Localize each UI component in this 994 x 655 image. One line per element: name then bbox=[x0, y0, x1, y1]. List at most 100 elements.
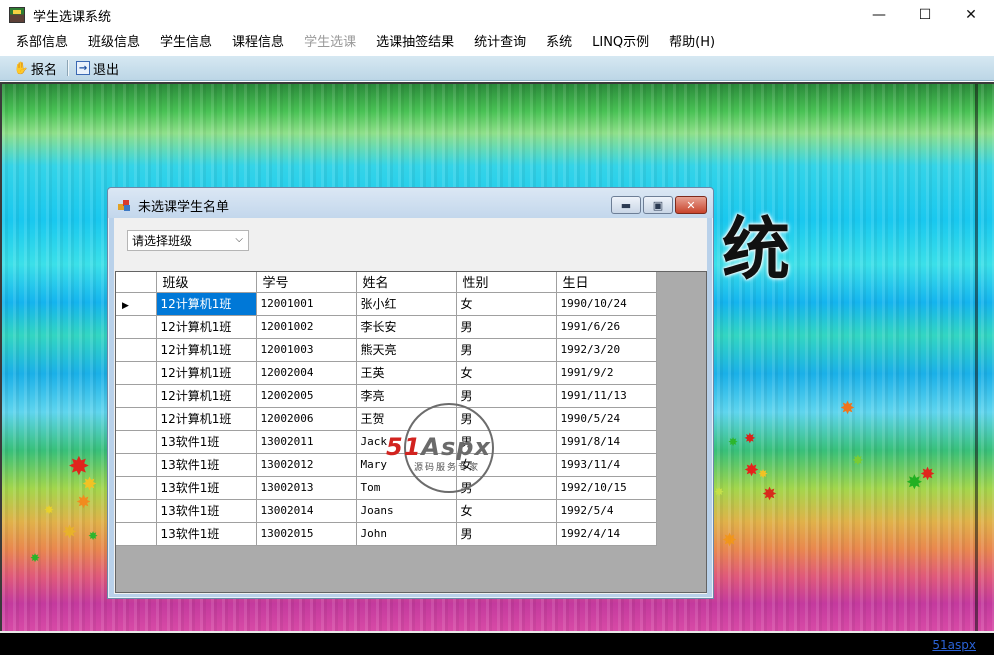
cell-birthday[interactable]: 1991/8/14 bbox=[556, 430, 657, 454]
table-row[interactable]: 12计算机1班 12002005 李亮 男 1991/11/13 bbox=[116, 384, 657, 408]
row-header[interactable] bbox=[116, 430, 157, 454]
row-header[interactable] bbox=[116, 499, 157, 523]
cell-name[interactable]: 熊天亮 bbox=[356, 338, 457, 362]
row-header[interactable] bbox=[116, 384, 157, 408]
close-button[interactable]: ✕ bbox=[948, 0, 994, 30]
menu-item-linq[interactable]: LINQ示例 bbox=[582, 30, 659, 56]
menu-item-lottery-result[interactable]: 选课抽签结果 bbox=[366, 30, 464, 56]
cell-gender[interactable]: 女 bbox=[456, 499, 557, 523]
cell-student-id[interactable]: 12002004 bbox=[256, 361, 357, 385]
student-grid[interactable]: 班级 学号 姓名 性别 生日 ▶ 12计算机1班 12001001 张小红 女 bbox=[115, 271, 707, 593]
menu-item-statistics[interactable]: 统计查询 bbox=[464, 30, 536, 56]
child-minimize-button[interactable]: ▬ bbox=[611, 196, 641, 214]
cell-student-id[interactable]: 13002015 bbox=[256, 522, 357, 546]
menu-item-student[interactable]: 学生信息 bbox=[150, 30, 222, 56]
cell-name[interactable]: 王英 bbox=[356, 361, 457, 385]
table-row[interactable]: 13软件1班 13002012 Mary 女 1993/11/4 bbox=[116, 453, 657, 477]
cell-birthday[interactable]: 1992/5/4 bbox=[556, 499, 657, 523]
cell-birthday[interactable]: 1992/3/20 bbox=[556, 338, 657, 362]
cell-class[interactable]: 12计算机1班 bbox=[156, 315, 257, 339]
table-row[interactable]: 12计算机1班 12001003 熊天亮 男 1992/3/20 bbox=[116, 338, 657, 362]
cell-student-id[interactable]: 13002014 bbox=[256, 499, 357, 523]
cell-birthday[interactable]: 1990/10/24 bbox=[556, 292, 657, 316]
cell-student-id[interactable]: 12001002 bbox=[256, 315, 357, 339]
cell-name[interactable]: Mary bbox=[356, 453, 457, 477]
column-header-student-id[interactable]: 学号 bbox=[256, 272, 357, 293]
table-row[interactable]: 12计算机1班 12002004 王英 女 1991/9/2 bbox=[116, 361, 657, 385]
cell-gender[interactable]: 男 bbox=[456, 338, 557, 362]
menu-item-system[interactable]: 系统 bbox=[536, 30, 582, 56]
cell-class[interactable]: 13软件1班 bbox=[156, 499, 257, 523]
row-header[interactable] bbox=[116, 407, 157, 431]
row-header[interactable] bbox=[116, 453, 157, 477]
cell-birthday[interactable]: 1992/10/15 bbox=[556, 476, 657, 500]
cell-birthday[interactable]: 1992/4/14 bbox=[556, 522, 657, 546]
child-restore-button[interactable]: ▣ bbox=[643, 196, 673, 214]
cell-name[interactable]: Joans bbox=[356, 499, 457, 523]
cell-student-id[interactable]: 12001001 bbox=[256, 292, 357, 316]
cell-name[interactable]: 王贺 bbox=[356, 407, 457, 431]
cell-birthday[interactable]: 1991/9/2 bbox=[556, 361, 657, 385]
cell-gender[interactable]: 男 bbox=[456, 430, 557, 454]
menu-item-course[interactable]: 课程信息 bbox=[222, 30, 294, 56]
register-button[interactable]: ✋ 报名 bbox=[10, 59, 61, 78]
cell-student-id[interactable]: 13002013 bbox=[256, 476, 357, 500]
cell-name[interactable]: 张小红 bbox=[356, 292, 457, 316]
cell-class[interactable]: 12计算机1班 bbox=[156, 361, 257, 385]
row-header[interactable] bbox=[116, 315, 157, 339]
row-header[interactable] bbox=[116, 361, 157, 385]
maximize-button[interactable]: ☐ bbox=[902, 0, 948, 30]
cell-gender[interactable]: 男 bbox=[456, 476, 557, 500]
column-header-gender[interactable]: 性别 bbox=[456, 272, 557, 293]
cell-gender[interactable]: 女 bbox=[456, 361, 557, 385]
cell-name[interactable]: 李长安 bbox=[356, 315, 457, 339]
cell-gender[interactable]: 女 bbox=[456, 292, 557, 316]
cell-student-id[interactable]: 12002006 bbox=[256, 407, 357, 431]
menu-item-class[interactable]: 班级信息 bbox=[78, 30, 150, 56]
exit-button[interactable]: → 退出 bbox=[72, 59, 123, 78]
cell-name[interactable]: 李亮 bbox=[356, 384, 457, 408]
cell-name[interactable]: John bbox=[356, 522, 457, 546]
menu-item-help[interactable]: 帮助(H) bbox=[659, 30, 725, 56]
row-header[interactable]: ▶ bbox=[116, 292, 157, 316]
table-row[interactable]: 13软件1班 13002014 Joans 女 1992/5/4 bbox=[116, 499, 657, 523]
child-close-button[interactable]: ✕ bbox=[675, 196, 707, 214]
cell-class[interactable]: 12计算机1班 bbox=[156, 292, 257, 316]
table-row[interactable]: 12计算机1班 12002006 王贺 男 1990/5/24 bbox=[116, 407, 657, 431]
cell-gender[interactable]: 男 bbox=[456, 315, 557, 339]
cell-birthday[interactable]: 1990/5/24 bbox=[556, 407, 657, 431]
cell-gender[interactable]: 女 bbox=[456, 453, 557, 477]
cell-class[interactable]: 13软件1班 bbox=[156, 522, 257, 546]
cell-student-id[interactable]: 13002011 bbox=[256, 430, 357, 454]
cell-name[interactable]: Jack bbox=[356, 430, 457, 454]
cell-birthday[interactable]: 1991/6/26 bbox=[556, 315, 657, 339]
table-row[interactable]: 12计算机1班 12001002 李长安 男 1991/6/26 bbox=[116, 315, 657, 339]
cell-name[interactable]: Tom bbox=[356, 476, 457, 500]
cell-gender[interactable]: 男 bbox=[456, 522, 557, 546]
cell-class[interactable]: 12计算机1班 bbox=[156, 338, 257, 362]
table-row[interactable]: 13软件1班 13002015 John 男 1992/4/14 bbox=[116, 522, 657, 546]
cell-class[interactable]: 13软件1班 bbox=[156, 430, 257, 454]
cell-class[interactable]: 13软件1班 bbox=[156, 476, 257, 500]
menu-item-department[interactable]: 系部信息 bbox=[6, 30, 78, 56]
status-link[interactable]: 51aspx bbox=[932, 638, 976, 652]
cell-gender[interactable]: 男 bbox=[456, 384, 557, 408]
cell-student-id[interactable]: 12001003 bbox=[256, 338, 357, 362]
cell-class[interactable]: 13软件1班 bbox=[156, 453, 257, 477]
column-header-birthday[interactable]: 生日 bbox=[556, 272, 657, 293]
menu-item-course-selection[interactable]: 学生选课 bbox=[294, 30, 366, 56]
cell-student-id[interactable]: 13002012 bbox=[256, 453, 357, 477]
column-header-class[interactable]: 班级 bbox=[156, 272, 257, 293]
column-header-name[interactable]: 姓名 bbox=[356, 272, 457, 293]
row-header[interactable] bbox=[116, 338, 157, 362]
table-row[interactable]: ▶ 12计算机1班 12001001 张小红 女 1990/10/24 bbox=[116, 292, 657, 316]
child-window-titlebar[interactable]: 未选课学生名单 ▬ ▣ ✕ bbox=[108, 188, 713, 218]
cell-birthday[interactable]: 1993/11/4 bbox=[556, 453, 657, 477]
cell-class[interactable]: 12计算机1班 bbox=[156, 407, 257, 431]
table-row[interactable]: 13软件1班 13002013 Tom 男 1992/10/15 bbox=[116, 476, 657, 500]
row-header[interactable] bbox=[116, 476, 157, 500]
cell-birthday[interactable]: 1991/11/13 bbox=[556, 384, 657, 408]
cell-student-id[interactable]: 12002005 bbox=[256, 384, 357, 408]
cell-class[interactable]: 12计算机1班 bbox=[156, 384, 257, 408]
table-row[interactable]: 13软件1班 13002011 Jack 男 1991/8/14 bbox=[116, 430, 657, 454]
